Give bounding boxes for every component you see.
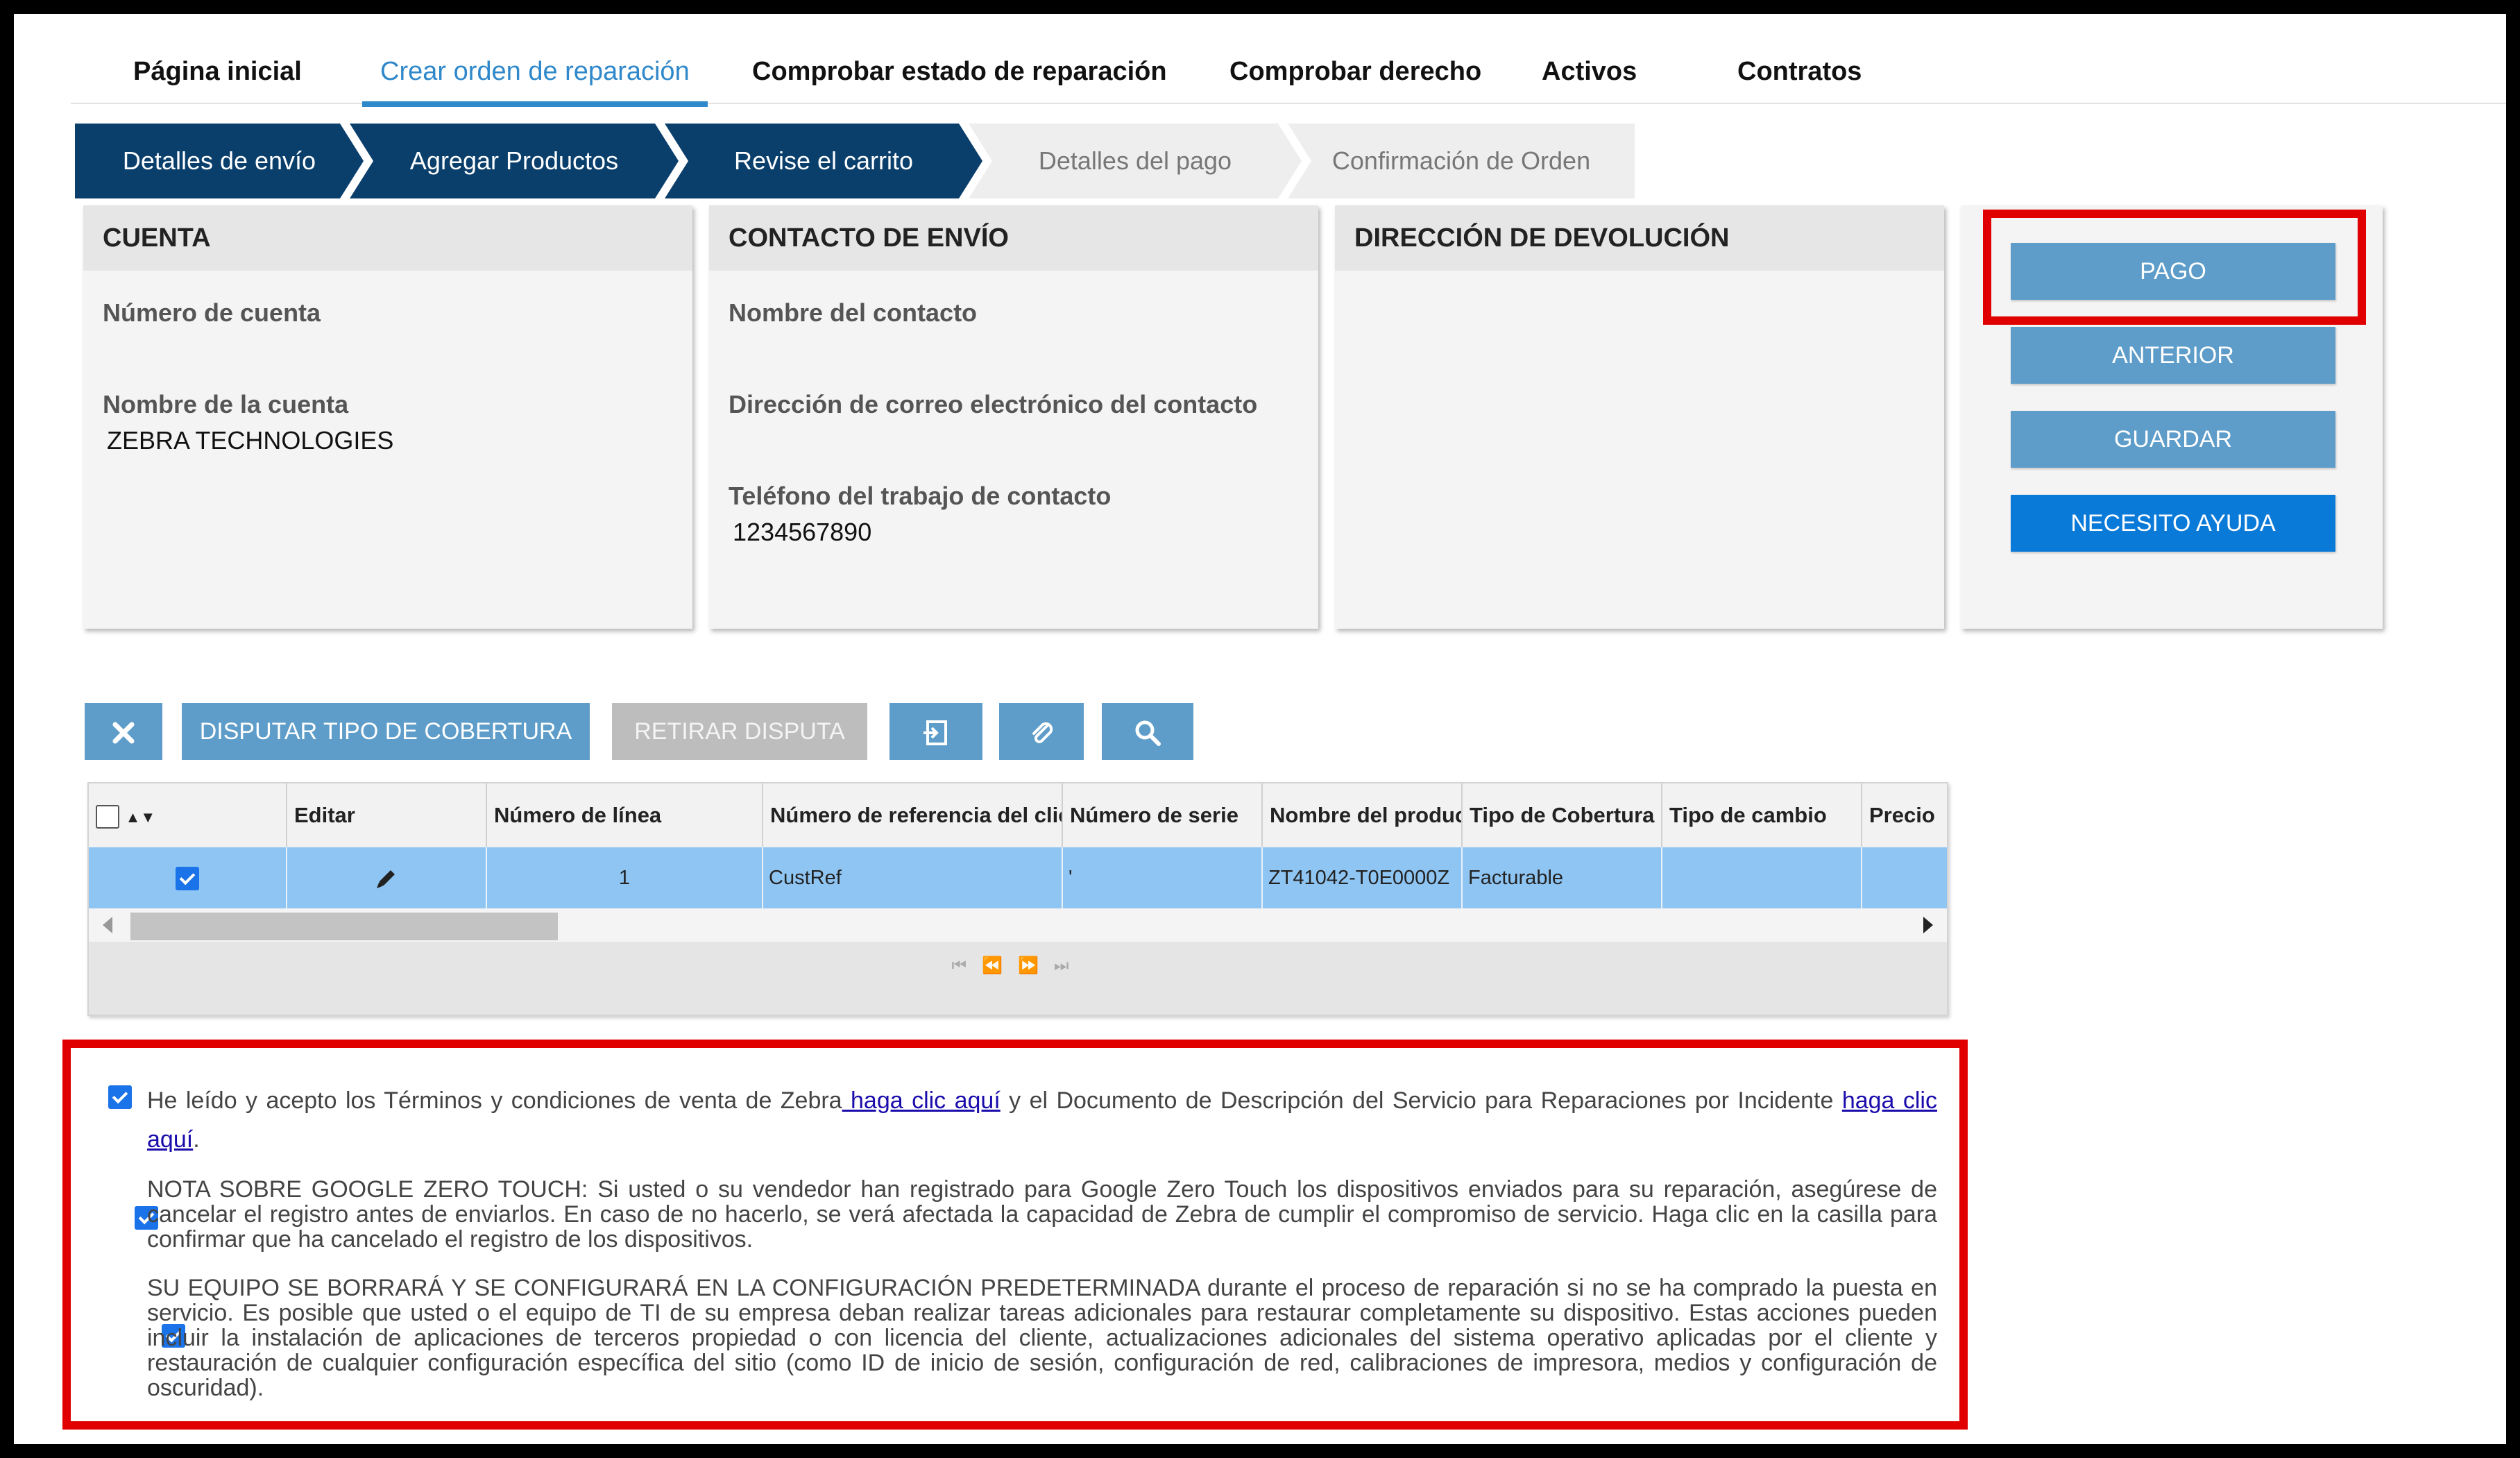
contact-phone-label: Teléfono del trabajo de contacto (729, 482, 1112, 510)
shipping-contact-title: CONTACTO DE ENVÍO (709, 205, 1318, 271)
attachment-icon (1032, 722, 1053, 743)
close-icon (112, 722, 135, 744)
row-select-cell[interactable] (89, 847, 287, 908)
column-header-coverage-type[interactable]: Tipo de Cobertura (1463, 783, 1662, 847)
account-number-label: Número de cuenta (103, 298, 321, 327)
column-header-serial-number[interactable]: Número de serie (1063, 783, 1263, 847)
select-all-header[interactable]: ▲▼ (89, 783, 287, 847)
row-coverage-type: Facturable (1463, 847, 1662, 908)
pencil-icon[interactable] (373, 865, 400, 892)
column-header-customer-ref[interactable]: Número de referencia del clie (763, 783, 1063, 847)
nav-check-repair-status[interactable]: Comprobar estado de reparación (752, 40, 1167, 101)
nav-create-repair-order[interactable]: Crear orden de reparación (362, 40, 708, 107)
export-icon (923, 720, 947, 746)
attach-button[interactable] (999, 703, 1084, 760)
account-name-label: Nombre de la cuenta (103, 390, 349, 418)
withdraw-dispute-button: RETIRAR DISPUTA (612, 703, 867, 760)
search-button[interactable] (1102, 703, 1193, 760)
scroll-left-arrow[interactable] (103, 917, 112, 933)
step-review-cart[interactable]: Revise el carrito (665, 124, 982, 198)
account-name-value: ZEBRA TECHNOLOGIES (107, 426, 394, 455)
terms-checkbox[interactable] (108, 1085, 132, 1109)
close-button[interactable] (85, 703, 162, 760)
terms-text-start: He leído y acepto los Términos y condici… (147, 1087, 842, 1114)
column-header-exchange-type[interactable]: Tipo de cambio (1662, 783, 1862, 847)
previous-page-icon[interactable]: ⏪ (982, 956, 1018, 975)
app-window: Página inicial Crear orden de reparación… (14, 14, 2506, 1444)
column-header-line-number[interactable]: Número de línea (487, 783, 763, 847)
return-address-panel: DIRECCIÓN DE DEVOLUCIÓN (1335, 205, 1944, 629)
row-edit-cell[interactable] (287, 847, 487, 908)
search-icon (1135, 720, 1161, 747)
contact-name-label: Nombre del contacto (729, 298, 978, 327)
cart-grid: ▲▼ Editar Número de línea Número de refe… (87, 782, 1948, 1016)
save-button[interactable]: GUARDAR (2011, 411, 2335, 468)
terms-text-mid: y el Documento de Descripción del Servic… (1000, 1087, 1834, 1114)
need-help-button[interactable]: NECESITO AYUDA (2011, 495, 2335, 552)
row-checkbox[interactable] (176, 867, 199, 891)
last-page-icon[interactable]: ⏭ (1054, 956, 1084, 975)
row-line-number: 1 (487, 847, 763, 908)
nav-check-entitlement[interactable]: Comprobar derecho (1229, 40, 1481, 101)
terms-text: He leído y acepto los Términos y condici… (147, 1081, 1937, 1159)
column-header-edit[interactable]: Editar (287, 783, 487, 847)
column-header-price[interactable]: Precio (1862, 783, 1947, 847)
contact-email-label: Dirección de correo electrónico del cont… (729, 390, 1258, 418)
horizontal-scrollbar[interactable] (89, 908, 1947, 942)
shipping-contact-panel: CONTACTO DE ENVÍO Nombre del contacto Di… (709, 205, 1318, 629)
grid-pager: ⏮⏪⏩⏭ (89, 942, 1947, 1015)
dispute-coverage-button[interactable]: DISPUTAR TIPO DE COBERTURA (182, 703, 590, 760)
row-customer-ref: CustRef (763, 847, 1063, 908)
nav-assets[interactable]: Activos (1542, 40, 1637, 101)
row-product-name: ZT41042-T0E0000Z (1263, 847, 1463, 908)
scroll-right-arrow[interactable] (1923, 917, 1933, 933)
column-header-product-name[interactable]: Nombre del produc (1263, 783, 1463, 847)
contact-phone-value: 1234567890 (733, 518, 872, 546)
terms-link[interactable]: haga clic aquí (842, 1087, 1001, 1114)
select-all-checkbox[interactable] (96, 804, 119, 829)
step-payment-details: Detalles del pago (969, 124, 1302, 198)
previous-button[interactable]: ANTERIOR (2011, 327, 2335, 384)
step-order-confirmation: Confirmación de Orden (1288, 124, 1635, 198)
terms-text-end: . (193, 1126, 200, 1153)
step-add-products[interactable]: Agregar Productos (350, 124, 679, 198)
pay-highlight-box (1983, 210, 2366, 325)
row-price (1862, 847, 1947, 908)
return-address-title: DIRECCIÓN DE DEVOLUCIÓN (1335, 205, 1944, 271)
zero-touch-note: NOTA SOBRE GOOGLE ZERO TOUCH: Si usted o… (147, 1176, 1937, 1253)
row-exchange-type (1662, 847, 1862, 908)
nav-home[interactable]: Página inicial (133, 40, 302, 101)
scrollbar-thumb[interactable] (130, 913, 558, 940)
top-nav: Página inicial Crear orden de reparación… (71, 40, 2506, 107)
factory-reset-note: SU EQUIPO SE BORRARÁ Y SE CONFIGURARÁ EN… (147, 1275, 1937, 1401)
step-shipping-details[interactable]: Detalles de envío (75, 124, 364, 198)
next-page-icon[interactable]: ⏩ (1018, 956, 1054, 975)
export-button[interactable] (889, 703, 982, 760)
sort-icon[interactable]: ▲▼ (126, 808, 156, 826)
account-panel-title: CUENTA (83, 205, 692, 271)
row-serial-number: ' (1063, 847, 1263, 908)
first-page-icon[interactable]: ⏮ (952, 956, 982, 975)
account-panel: CUENTA Número de cuenta Nombre de la cue… (83, 205, 692, 629)
nav-contracts[interactable]: Contratos (1737, 40, 1862, 101)
